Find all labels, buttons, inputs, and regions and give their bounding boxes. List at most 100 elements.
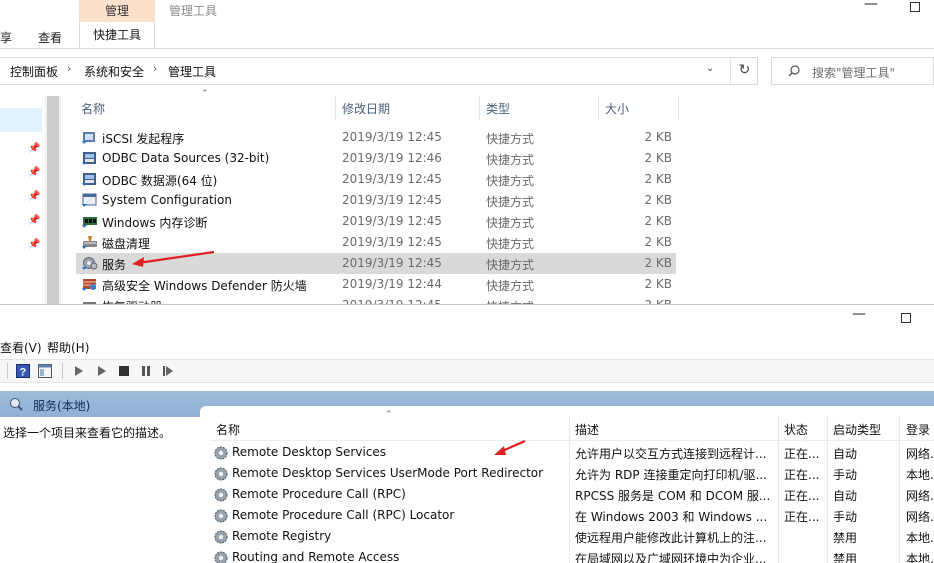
sysconfig-icon (82, 193, 97, 207)
service-name: Remote Registry (232, 529, 332, 543)
context-tab-header: 管理 (79, 0, 155, 22)
service-gear-icon (214, 488, 228, 502)
file-row[interactable]: 高级安全 Windows Defender 防火墙 2019/3/19 12:4… (0, 274, 934, 295)
column-divider[interactable] (678, 95, 679, 121)
address-dropdown-icon[interactable]: ⌄ (706, 63, 714, 74)
minimize-button[interactable]: — (864, 0, 878, 12)
start-service-icon[interactable] (72, 364, 86, 378)
file-type: 快捷方式 (486, 216, 535, 230)
file-size: 2 KB (644, 256, 672, 270)
service-row[interactable]: Routing and Remote Access 在局域网以及广域网环境中为企… (0, 546, 934, 563)
service-gear-icon (214, 551, 228, 563)
file-row[interactable]: ODBC 数据源(64 位) 2019/3/19 12:45 快捷方式 2 KB (0, 169, 934, 190)
breadcrumb-system-security[interactable]: 系统和安全 (84, 63, 144, 80)
svg-text:?: ? (20, 367, 27, 379)
odbc-icon (82, 152, 96, 165)
file-size: 2 KB (644, 130, 672, 144)
column-header-description[interactable]: 描述 (575, 421, 599, 438)
file-row[interactable]: System Configuration 2019/3/19 12:45 快捷方… (0, 190, 934, 211)
refresh-icon: ↻ (738, 62, 751, 78)
column-header-status[interactable]: 状态 (784, 421, 808, 438)
file-size: 2 KB (644, 193, 672, 207)
firewall-icon (82, 279, 96, 291)
services-local-icon (10, 398, 23, 411)
column-header-name[interactable]: 名称 (216, 421, 240, 438)
service-description: 使远程用户能修改此计算机上的注... (575, 531, 767, 545)
service-description: 允许为 RDP 连接重定向打印机/驱... (575, 468, 767, 482)
breadcrumb-admin-tools[interactable]: 管理工具 (168, 63, 216, 80)
menu-help[interactable]: 帮助(H) (47, 339, 89, 356)
file-row[interactable]: Windows 内存诊断 2019/3/19 12:45 快捷方式 2 KB (0, 211, 934, 232)
service-name: Remote Desktop Services UserMode Port Re… (232, 466, 544, 480)
service-status: 正在... (784, 447, 820, 461)
file-size: 2 KB (644, 172, 672, 186)
file-name: Windows 内存诊断 (102, 216, 208, 230)
file-type: 快捷方式 (486, 195, 535, 209)
annotation-arrow-icon (494, 439, 526, 455)
service-startup-type: 禁用 (833, 552, 858, 563)
service-description: 允许用户以交互方式连接到远程计... (575, 447, 767, 461)
file-name: 高级安全 Windows Defender 防火墙 (102, 279, 307, 293)
ribbon-divider (0, 48, 934, 49)
column-divider[interactable] (335, 95, 336, 121)
column-divider[interactable] (598, 95, 599, 121)
breadcrumb-control-panel[interactable]: 控制面板 (10, 63, 58, 80)
file-row[interactable]: ODBC Data Sources (32-bit) 2019/3/19 12:… (0, 148, 934, 169)
minimize-button[interactable]: — (852, 306, 866, 322)
column-divider[interactable] (479, 95, 480, 121)
column-header-size[interactable]: 大小 (605, 100, 629, 117)
service-name: Routing and Remote Access (232, 550, 400, 563)
properties-pane-icon[interactable] (38, 364, 52, 378)
column-header-name[interactable]: 名称 (81, 100, 105, 117)
service-status: 正在... (784, 489, 820, 503)
service-row[interactable]: Remote Procedure Call (RPC) RPCSS 服务是 CO… (0, 483, 934, 504)
service-row[interactable]: Remote Desktop Services UserMode Port Re… (0, 462, 934, 483)
service-logon: 本地... (906, 552, 934, 563)
menu-view[interactable]: 查看(V) (0, 339, 42, 356)
service-row[interactable]: Remote Procedure Call (RPC) Locator 在 Wi… (0, 504, 934, 525)
service-startup-type: 自动 (833, 447, 858, 461)
menu-bar (0, 334, 934, 358)
help-icon[interactable]: ? (16, 364, 30, 378)
service-startup-type: 自动 (833, 489, 858, 503)
sort-up-icon: ⌃ (385, 410, 393, 420)
service-row[interactable]: Remote Desktop Services 允许用户以交互方式连接到远程计.… (0, 441, 934, 462)
column-header-date[interactable]: 修改日期 (342, 100, 390, 117)
service-gear-icon (214, 509, 228, 523)
stop-service-icon[interactable] (117, 364, 131, 378)
file-type: 快捷方式 (486, 174, 535, 188)
breadcrumb-chevron-icon[interactable]: › (67, 62, 71, 75)
maximize-button[interactable] (910, 2, 920, 12)
ribbon-tab-shortcut-tools[interactable]: 快捷工具 (79, 22, 155, 49)
iscsi-icon (82, 132, 95, 144)
refresh-button[interactable]: ↻ (730, 57, 758, 85)
resume-service-icon[interactable] (95, 364, 109, 378)
file-date: 2019/3/19 12:45 (342, 130, 442, 144)
service-row[interactable]: Remote Registry 使远程用户能修改此计算机上的注... 禁用 本地… (0, 525, 934, 546)
file-date: 2019/3/19 12:45 (342, 256, 442, 270)
search-placeholder: 搜索"管理工具" (812, 66, 896, 80)
restart-service-icon[interactable] (161, 364, 175, 378)
service-logon: 本地... (906, 468, 934, 482)
column-header-startup-type[interactable]: 启动类型 (833, 421, 881, 438)
column-header-type[interactable]: 类型 (486, 100, 510, 117)
service-logon: 网络... (906, 489, 934, 503)
file-date: 2019/3/19 12:45 (342, 235, 442, 249)
file-size: 2 KB (644, 277, 672, 291)
window-title: 管理工具 (169, 4, 218, 18)
maximize-button[interactable] (901, 313, 911, 323)
file-type: 快捷方式 (486, 132, 535, 146)
service-name: Remote Procedure Call (RPC) (232, 487, 406, 501)
file-date: 2019/3/19 12:44 (342, 277, 442, 291)
file-size: 2 KB (644, 151, 672, 165)
service-description: RPCSS 服务是 COM 和 DCOM 服... (575, 489, 769, 503)
breadcrumb-chevron-icon[interactable]: › (153, 62, 157, 75)
pause-service-icon[interactable] (139, 364, 153, 378)
service-description: 在 Windows 2003 和 Windows ... (575, 510, 768, 524)
file-name: System Configuration (102, 193, 232, 207)
search-icon (788, 65, 800, 77)
service-startup-type: 手动 (833, 510, 858, 524)
column-header-logon[interactable]: 登录 (906, 421, 930, 438)
file-row[interactable]: iSCSI 发起程序 2019/3/19 12:45 快捷方式 2 KB (0, 127, 934, 148)
file-date: 2019/3/19 12:45 (342, 214, 442, 228)
